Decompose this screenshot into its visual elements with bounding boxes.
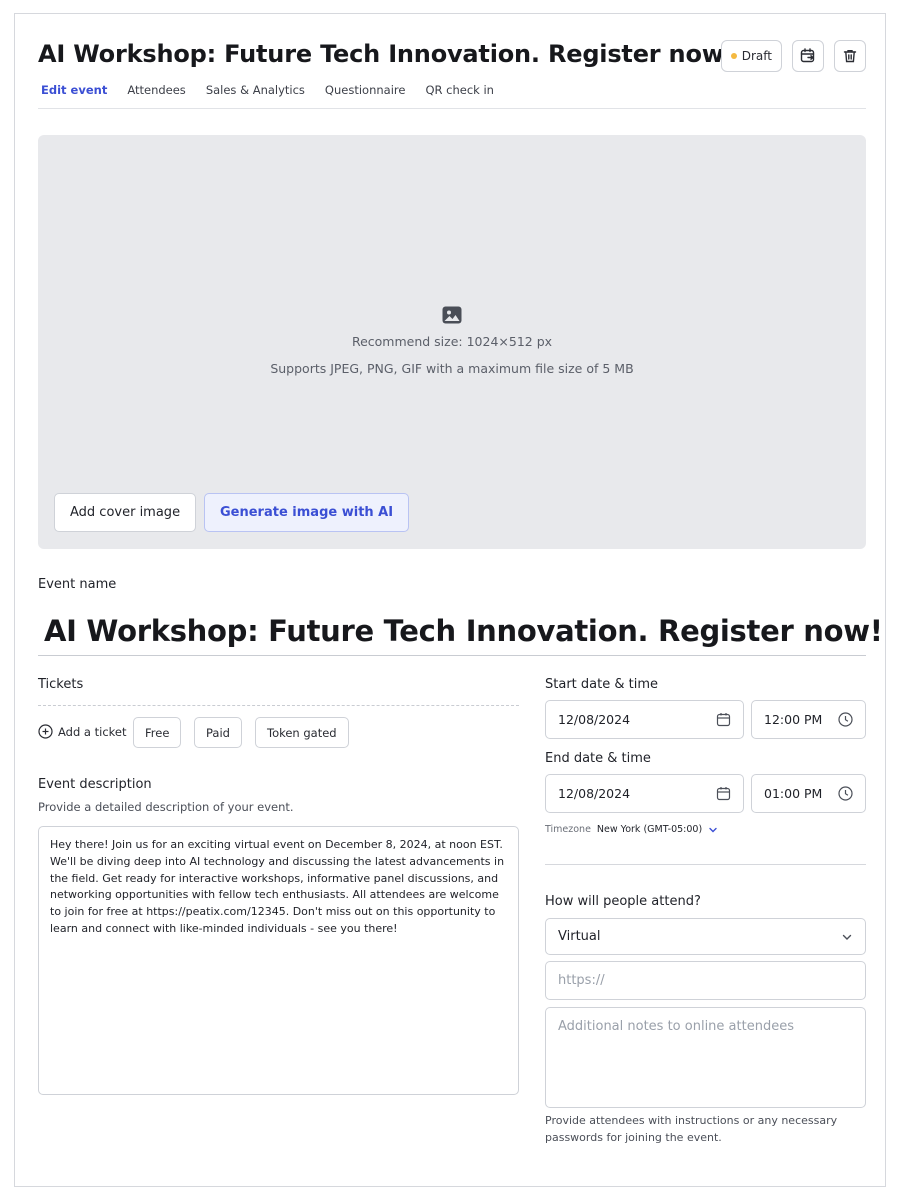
add-ticket-label: Add a ticket — [58, 724, 127, 739]
start-time-value: 12:00 PM — [764, 712, 823, 727]
clock-icon — [838, 786, 853, 801]
plus-circle-icon — [38, 724, 53, 739]
ticket-token-gated-button[interactable]: Token gated — [255, 717, 349, 748]
event-name-value: AI Workshop: Future Tech Innovation. Reg… — [44, 613, 883, 648]
calendar-icon — [716, 787, 731, 801]
tickets-label: Tickets — [38, 677, 84, 692]
event-name-label: Event name — [38, 577, 117, 592]
calendar-copy-icon — [800, 48, 815, 63]
tab-sales-analytics[interactable]: Sales & Analytics — [196, 82, 315, 108]
header-actions: Draft — [720, 40, 866, 72]
delete-event-button[interactable] — [834, 40, 866, 72]
status-badge[interactable]: Draft — [720, 40, 782, 72]
clock-icon — [838, 712, 853, 727]
duplicate-event-button[interactable] — [792, 40, 824, 72]
start-date-label: Start date & time — [545, 677, 658, 692]
tab-questionnaire[interactable]: Questionnaire — [315, 82, 416, 108]
tab-edit-event[interactable]: Edit event — [38, 82, 117, 108]
description-sublabel: Provide a detailed description of your e… — [38, 800, 294, 814]
timezone-value: New York (GMT-05:00) — [596, 824, 703, 835]
chevron-down-icon — [842, 934, 852, 940]
attendance-label: How will people attend? — [545, 894, 701, 909]
page-title: AI Workshop: Future Tech Innovation. Reg… — [38, 40, 735, 68]
end-time-value: 01:00 PM — [764, 786, 823, 801]
event-name-field[interactable]: AI Workshop: Future Tech Innovation. Reg… — [38, 606, 883, 656]
generate-image-ai-button[interactable]: Generate image with AI — [204, 493, 410, 532]
end-date-value: 12/08/2024 — [558, 786, 631, 801]
description-label: Event description — [38, 777, 152, 792]
timezone-selector[interactable]: Timezone New York (GMT-05:00) — [545, 824, 718, 835]
ticket-paid-button[interactable]: Paid — [194, 717, 242, 748]
attendee-notes-textarea[interactable]: Additional notes to online attendees — [545, 1007, 866, 1108]
status-dot — [730, 53, 737, 59]
event-tabs: Edit event Attendees Sales & Analytics Q… — [38, 82, 866, 109]
add-ticket-button[interactable]: Add a ticket — [38, 724, 126, 739]
tab-attendees[interactable]: Attendees — [117, 82, 196, 108]
tickets-divider — [38, 705, 519, 706]
cover-recommend-text: Recommend size: 1024×512 px — [351, 334, 553, 349]
attendance-mode-value: Virtual — [558, 929, 601, 944]
cover-image-dropzone[interactable]: Recommend size: 1024×512 px Supports JPE… — [38, 135, 866, 549]
description-textarea[interactable]: Hey there! Join us for an exciting virtu… — [38, 826, 519, 1095]
add-cover-image-button[interactable]: Add cover image — [54, 493, 197, 532]
chevron-down-icon — [709, 827, 717, 832]
start-date-input[interactable]: 12/08/2024 — [545, 700, 744, 739]
end-date-input[interactable]: 12/08/2024 — [545, 774, 744, 813]
attendance-mode-select[interactable]: Virtual — [545, 918, 866, 955]
calendar-icon — [716, 713, 731, 727]
tab-qr-check-in[interactable]: QR check in — [415, 82, 504, 108]
status-badge-label: Draft — [741, 49, 772, 63]
end-time-input[interactable]: 01:00 PM — [751, 774, 866, 813]
end-date-label: End date & time — [545, 751, 651, 766]
timezone-label: Timezone — [545, 824, 591, 835]
start-date-value: 12/08/2024 — [558, 712, 631, 727]
event-url-input[interactable]: https:// — [545, 961, 866, 1000]
trash-icon — [843, 50, 857, 63]
ticket-free-button[interactable]: Free — [133, 717, 182, 748]
image-icon — [442, 306, 462, 324]
cover-support-text: Supports JPEG, PNG, GIF with a maximum f… — [270, 361, 634, 376]
start-time-input[interactable]: 12:00 PM — [751, 700, 866, 739]
attendance-help-text: Provide attendees with instructions or a… — [545, 1114, 838, 1144]
section-divider — [545, 864, 866, 865]
